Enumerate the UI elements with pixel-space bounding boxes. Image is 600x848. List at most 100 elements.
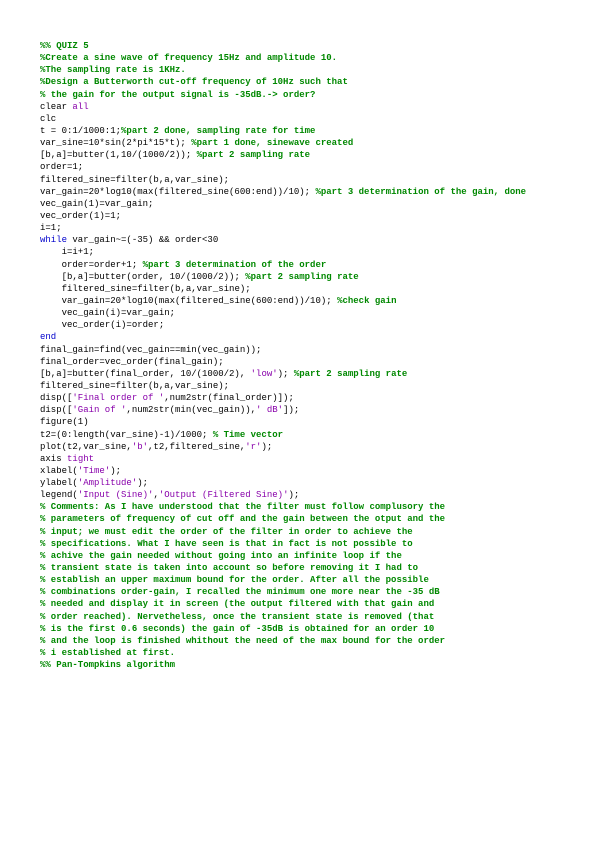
code-line: %% QUIZ 5 (40, 40, 560, 52)
code-line: xlabel('Time'); (40, 465, 560, 477)
code-token: ,num2str(final_order)]); (164, 393, 294, 403)
code-token: %part 2 sampling rate (245, 272, 358, 282)
code-token: legend( (40, 490, 78, 500)
code-line: disp(['Final order of ',num2str(final_or… (40, 392, 560, 404)
code-token: var_gain=20*log10(max(filtered_sine(600:… (40, 296, 337, 306)
code-token: disp([ (40, 405, 72, 415)
code-line: % needed and display it in screen (the o… (40, 598, 560, 610)
code-token: %check gain (337, 296, 396, 306)
code-line: % the gain for the output signal is -35d… (40, 89, 560, 101)
code-token: %part 3 determination of the order (143, 260, 327, 270)
code-token: [b,a]=butter(final_order, 10/(1000/2), (40, 369, 251, 379)
code-token: 'b' (132, 442, 148, 452)
code-token: tight (67, 454, 94, 464)
code-token: all (72, 102, 88, 112)
code-line: vec_order(1)=1; (40, 210, 560, 222)
code-block: %% QUIZ 5 %Create a sine wave of frequenc… (40, 40, 560, 671)
code-token: %part 2 sampling rate (197, 150, 310, 160)
code-line: var_sine=10*sin(2*pi*15*t); %part 1 done… (40, 137, 560, 149)
code-token: % and the loop is finished whithout the … (40, 636, 445, 646)
code-token: ' dB' (256, 405, 283, 415)
code-line: t2=(0:length(var_sine)-1)/1000; % Time v… (40, 429, 560, 441)
code-token: % is the first 0.6 seconds) the gain of … (40, 624, 434, 634)
code-token: ); (137, 478, 148, 488)
code-line: end (40, 331, 560, 343)
code-token: var_gain=20*log10(max(filtered_sine(600:… (40, 187, 315, 197)
code-token: 'low' (251, 369, 278, 379)
code-token: % i established at first. (40, 648, 175, 658)
code-token: %The sampling rate is 1KHz. (40, 65, 186, 75)
code-line: final_gain=find(vec_gain==min(vec_gain))… (40, 344, 560, 356)
code-token: var_sine=10*sin(2*pi*15*t); (40, 138, 191, 148)
code-token: 'Output (Filtered Sine)' (159, 490, 289, 500)
code-token: %Create a sine wave of frequency 15Hz an… (40, 53, 337, 63)
code-token: order=1; (40, 162, 83, 172)
code-token: i=1; (40, 223, 62, 233)
code-token: % specifications. What I have seen is th… (40, 539, 413, 549)
code-line: t = 0:1/1000:1;%part 2 done, sampling ra… (40, 125, 560, 137)
code-token: 'Amplitude' (78, 478, 137, 488)
code-token: final_order=vec_order(final_gain); (40, 357, 224, 367)
code-token: t = 0:1/1000:1; (40, 126, 121, 136)
code-token: % achive the gain needed without going i… (40, 551, 402, 561)
code-token: %% Pan-Tompkins algorithm (40, 660, 175, 670)
code-token: clc (40, 114, 56, 124)
code-line: clc (40, 113, 560, 125)
code-token: %Design a Butterworth cut-off frequency … (40, 77, 348, 87)
code-token: end (40, 332, 56, 342)
code-line: final_order=vec_order(final_gain); (40, 356, 560, 368)
code-token: ); (288, 490, 299, 500)
code-line: figure(1) (40, 416, 560, 428)
code-token: ,t2,filtered_sine, (148, 442, 245, 452)
code-token: clear (40, 102, 72, 112)
code-line: vec_gain(1)=var_gain; (40, 198, 560, 210)
code-token: i=i+1; (40, 247, 94, 257)
code-line: % achive the gain needed without going i… (40, 550, 560, 562)
code-line: var_gain=20*log10(max(filtered_sine(600:… (40, 295, 560, 307)
code-token: % establish an upper maximum bound for t… (40, 575, 429, 585)
code-line: filtered_sine=filter(b,a,var_sine); (40, 283, 560, 295)
code-line: % is the first 0.6 seconds) the gain of … (40, 623, 560, 635)
code-line: % and the loop is finished whithout the … (40, 635, 560, 647)
code-line: vec_gain(i)=var_gain; (40, 307, 560, 319)
code-token: t2=(0:length(var_sine)-1)/1000; (40, 430, 213, 440)
code-token: vec_order(i)=order; (40, 320, 164, 330)
code-line: % parameters of frequency of cut off and… (40, 513, 560, 525)
code-line: % Comments: As I have understood that th… (40, 501, 560, 513)
code-line: filtered_sine=filter(b,a,var_sine); (40, 380, 560, 392)
code-token: vec_gain(1)=var_gain; (40, 199, 153, 209)
code-line: var_gain=20*log10(max(filtered_sine(600:… (40, 186, 560, 198)
code-token: vec_order(1)=1; (40, 211, 121, 221)
code-token: plot(t2,var_sine, (40, 442, 132, 452)
code-token: % transient state is taken into account … (40, 563, 418, 573)
code-token: %part 2 sampling rate (294, 369, 407, 379)
code-token: final_gain=find(vec_gain==min(vec_gain))… (40, 345, 261, 355)
code-token: %% QUIZ 5 (40, 41, 89, 51)
code-token: xlabel( (40, 466, 78, 476)
code-line: vec_order(i)=order; (40, 319, 560, 331)
code-token: ); (110, 466, 121, 476)
code-token: order=order+1; (40, 260, 143, 270)
code-line: [b,a]=butter(order, 10/(1000/2)); %part … (40, 271, 560, 283)
code-line: filtered_sine=filter(b,a,var_sine); (40, 174, 560, 186)
code-token: ); (278, 369, 294, 379)
code-token: 'Gain of ' (72, 405, 126, 415)
code-token: var_gain~=(-35) && order<30 (72, 235, 218, 245)
code-token: disp([ (40, 393, 72, 403)
code-token: 'Time' (78, 466, 110, 476)
code-line: disp(['Gain of ',num2str(min(vec_gain)),… (40, 404, 560, 416)
code-token: % order reached). Nervetheless, once the… (40, 612, 434, 622)
code-line: % input; we must edit the order of the f… (40, 526, 560, 538)
code-token: ylabel( (40, 478, 78, 488)
code-token: vec_gain(i)=var_gain; (40, 308, 175, 318)
code-line: i=1; (40, 222, 560, 234)
code-token: ); (261, 442, 272, 452)
code-line: ylabel('Amplitude'); (40, 477, 560, 489)
code-line: [b,a]=butter(final_order, 10/(1000/2), '… (40, 368, 560, 380)
code-line: % order reached). Nervetheless, once the… (40, 611, 560, 623)
code-line: % i established at first. (40, 647, 560, 659)
code-token: %part 2 done, sampling rate for time (121, 126, 315, 136)
code-token: % the gain for the output signal is -35d… (40, 90, 315, 100)
code-token: 'r' (245, 442, 261, 452)
code-line: order=1; (40, 161, 560, 173)
